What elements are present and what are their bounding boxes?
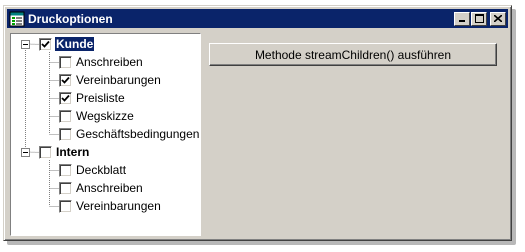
tree-node-intern-vereinbarungen[interactable]: Vereinbarungen	[59, 197, 162, 215]
tree-node-label: Vereinbarungen	[76, 199, 161, 213]
checkbox-deckblatt[interactable]	[59, 163, 72, 177]
tree-node-label: Wegskizze	[76, 109, 134, 123]
tree-view-app-icon	[9, 11, 25, 26]
tree-node-vereinbarungen[interactable]: Vereinbarungen	[59, 71, 162, 89]
tree-node-kunde[interactable]: Kunde	[39, 35, 96, 53]
stream-children-button[interactable]: Methode streamChildren() ausführen	[209, 43, 497, 66]
checkbox-intern[interactable]	[39, 145, 52, 159]
minimize-icon	[459, 20, 465, 22]
tree-node-wegskizze[interactable]: Wegskizze	[59, 107, 135, 125]
tree-node-label: Geschäftsbedingungen	[76, 127, 200, 141]
checkbox-kunde[interactable]	[39, 37, 52, 51]
print-options-tree[interactable]: Kunde Anschreiben Vereinbarungen Preisli…	[10, 33, 201, 236]
checkbox-anschreiben[interactable]	[59, 55, 72, 69]
checkmark-icon	[61, 76, 70, 84]
checkbox-geschaeftsbedingungen[interactable]	[59, 127, 72, 141]
tree-node-anschreiben[interactable]: Anschreiben	[59, 53, 144, 71]
tree-node-label: Kunde	[53, 36, 96, 52]
tree-node-label: Anschreiben	[76, 181, 143, 195]
title-bar[interactable]: Druckoptionen	[7, 9, 508, 28]
window-title: Druckoptionen	[28, 11, 113, 26]
window-controls	[453, 11, 506, 26]
tree-node-preisliste[interactable]: Preisliste	[59, 89, 126, 107]
tree-node-label: Preisliste	[76, 91, 125, 105]
checkbox-vereinbarungen[interactable]	[59, 73, 72, 87]
checkbox-intern-anschreiben[interactable]	[59, 181, 72, 195]
tree-node-deckblatt[interactable]: Deckblatt	[59, 161, 127, 179]
collapse-intern-toggle[interactable]	[21, 148, 30, 157]
checkmark-icon	[41, 40, 50, 48]
close-icon	[494, 15, 502, 22]
tree-node-geschaeftsbedingungen[interactable]: Geschäftsbedingungen	[59, 125, 200, 143]
tree-node-label: Deckblatt	[76, 163, 127, 177]
tree-node-label: Intern	[56, 145, 90, 159]
checkbox-preisliste[interactable]	[59, 91, 72, 105]
checkmark-icon	[61, 94, 70, 102]
tree-node-intern-anschreiben[interactable]: Anschreiben	[59, 179, 144, 197]
tree-node-label: Vereinbarungen	[76, 73, 161, 87]
collapse-kunde-toggle[interactable]	[21, 40, 30, 49]
maximize-button[interactable]	[471, 11, 487, 26]
checkbox-intern-vereinbarungen[interactable]	[59, 199, 72, 213]
minimize-button[interactable]	[454, 11, 470, 26]
tree-node-intern[interactable]: Intern	[39, 143, 90, 161]
checkbox-wegskizze[interactable]	[59, 109, 72, 123]
druckoptionen-window: Druckoptionen Kunde Anschreiben Vereinba…	[3, 5, 512, 241]
tree-node-label: Anschreiben	[76, 55, 143, 69]
maximize-icon	[474, 14, 484, 23]
close-button[interactable]	[490, 11, 506, 26]
